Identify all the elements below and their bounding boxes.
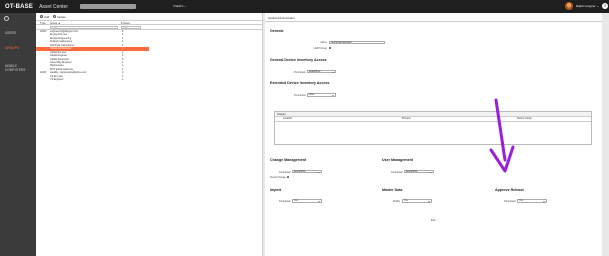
user-name: Ralph Langner ⌄ (575, 4, 599, 8)
add-label: Add (44, 14, 50, 19)
ldap-group-label: LDAP Group (313, 46, 327, 50)
sidebar-item-groups[interactable]: GROUPS (5, 46, 19, 51)
section-import: Import (270, 188, 282, 192)
gdia-permission-label: Permission (294, 70, 306, 74)
section-approve-release: Approve Release (495, 188, 525, 192)
row-users: 1 (122, 78, 124, 82)
delete-button[interactable]: Delete (53, 15, 66, 19)
help-icon[interactable]: ? (602, 3, 608, 9)
permit-change-checkbox[interactable] (286, 176, 289, 179)
sidebar: USERS GROUPS MOBILE COMPUTERS (0, 13, 36, 256)
import-permission-select[interactable]: Yes (292, 199, 322, 203)
section-general: General (270, 29, 284, 33)
section-menu[interactable]: USERS ⌄ (173, 4, 187, 8)
groups-toolbar: Add Delete (36, 13, 263, 20)
groups-table: LDAP engineering@langner.com 5 Europe Ent … (36, 30, 263, 82)
section-extended-device-inventory-access: Extended Device Inventory Access (270, 81, 330, 85)
add-button[interactable]: Add (40, 15, 49, 19)
change-permission-select[interactable]: Read/Write (292, 169, 322, 174)
user-menu[interactable]: Ralph Langner ⌄ (564, 2, 599, 10)
edia-permission-select[interactable]: None (307, 93, 336, 97)
permit-change-label: Permit Change (270, 176, 286, 179)
group-detail-panel: Global Administrator General Name Global… (265, 13, 602, 256)
gdia-permission-select[interactable]: Read/Write (307, 69, 336, 74)
annotation-arrow-icon (489, 98, 515, 173)
ldap-group-checkbox[interactable] (329, 46, 332, 49)
sidebar-item-mobile-computers[interactable]: MOBILE COMPUTERS (5, 64, 33, 72)
section-master-data: Master Data (382, 188, 403, 192)
section-user-management: User Management (382, 158, 413, 162)
divider (265, 21, 602, 22)
exit-button[interactable]: Exit (431, 219, 435, 222)
name-label: Name (320, 41, 327, 44)
change-permission-label: Permission (279, 170, 291, 174)
user-mgmt-permission-select[interactable]: Read/Write (404, 169, 434, 174)
scopes-table: Scopes Location Process Device Group (274, 111, 592, 145)
avatar (564, 2, 573, 10)
table-row[interactable]: US Engineer 1 (36, 78, 263, 81)
detail-title: Global Administrator (268, 16, 296, 20)
edia-permission-label: Permission (294, 94, 306, 97)
section-general-device-inventory-access: General Device Inventory Access (270, 58, 327, 62)
top-bar: OT-BASE Asset Center USERS ⌄ Ralph Langn… (0, 0, 609, 13)
section-change-management: Change Management (270, 158, 307, 162)
approve-release-permission-select[interactable]: Yes (517, 199, 547, 203)
app-name: Asset Center (39, 3, 68, 10)
sidebar-item-users[interactable]: USERS (5, 31, 16, 36)
row-group: US Engineer (50, 78, 64, 82)
users-filter-input[interactable]: Filter (121, 26, 141, 29)
groups-panel: Add Delete Type Group ▲ # Users Filter F… (36, 13, 263, 256)
group-filter-input[interactable]: Filter (50, 26, 118, 29)
master-data-modify-select[interactable]: Yes (402, 199, 432, 203)
import-permission-label: Permission (279, 200, 291, 203)
minus-icon (53, 15, 57, 18)
approve-release-permission-label: Permission (504, 200, 516, 203)
global-search-input[interactable] (80, 3, 136, 9)
plus-icon (40, 15, 43, 18)
delete-label: Delete (57, 14, 67, 19)
app-logo: OT-BASE (5, 3, 34, 10)
master-data-modify-label: Modify (392, 200, 400, 203)
name-field[interactable]: Global Administrator (329, 40, 385, 45)
user-mgmt-permission-label: Permission (391, 170, 403, 174)
gear-icon[interactable] (4, 16, 9, 21)
scopes-heading: Scopes (275, 112, 591, 117)
